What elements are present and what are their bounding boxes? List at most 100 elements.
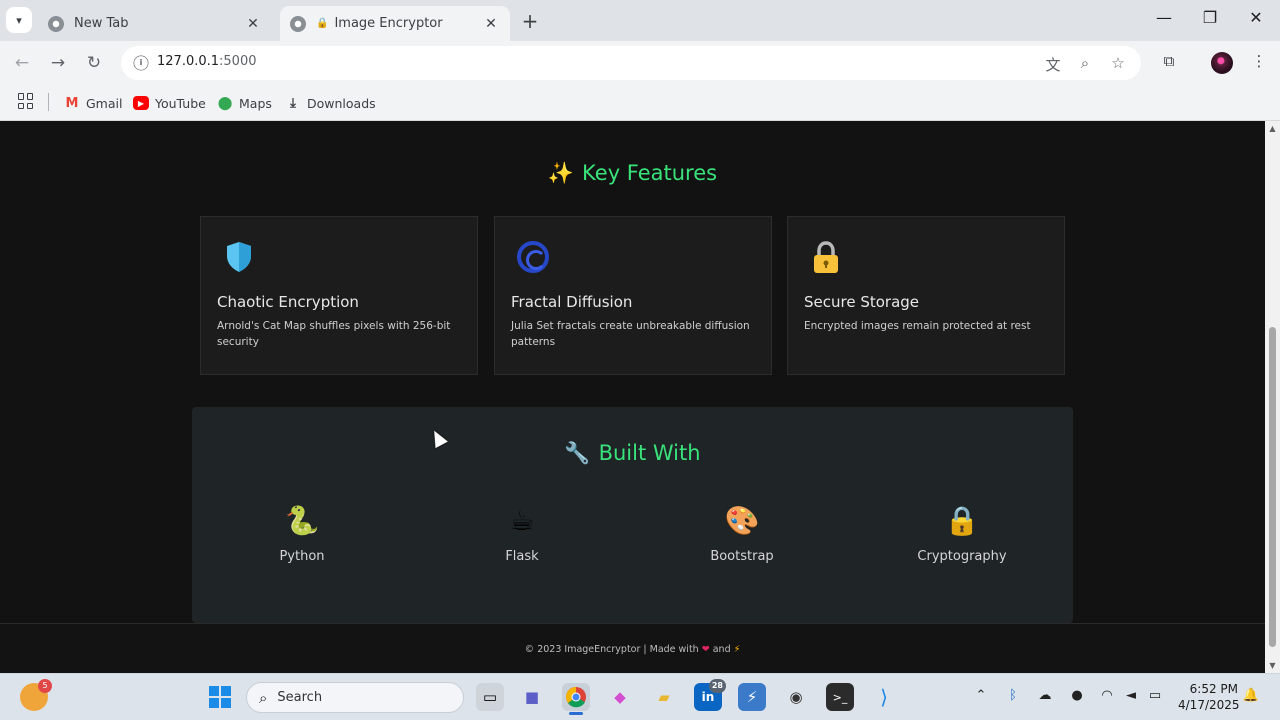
chevron-up-icon[interactable]: ⌃ xyxy=(972,688,990,703)
tab-title: New Tab xyxy=(74,16,129,31)
feature-card-chaotic-encryption: Chaotic Encryption Arnold's Cat Map shuf… xyxy=(200,216,478,375)
feature-desc: Julia Set fractals create unbreakable di… xyxy=(511,320,750,348)
reload-icon[interactable]: ↻ xyxy=(82,51,106,75)
scrollbar-thumb[interactable] xyxy=(1269,327,1276,647)
snake-icon: 🐍 xyxy=(284,504,320,537)
bookmark-gmail[interactable]: M Gmail xyxy=(64,93,123,113)
bookmarks-bar: M Gmail ▶ YouTube ⬤ Maps ⤓ Downloads xyxy=(0,85,1280,121)
page-scrollbar[interactable]: ▲ ▼ xyxy=(1265,121,1280,673)
footer-prefix: © 2023 ImageEncryptor | Made with xyxy=(524,644,699,655)
lightning-icon: ⚡ xyxy=(733,644,741,655)
bookmark-maps[interactable]: ⬤ Maps xyxy=(217,93,272,113)
bookmark-label: Gmail xyxy=(86,95,123,111)
linkedin-badge: 28 xyxy=(708,679,726,693)
microphone-icon[interactable]: ● xyxy=(1068,688,1086,703)
translate-icon[interactable]: ⽂ xyxy=(1043,54,1063,75)
chrome-favicon-icon xyxy=(48,15,64,32)
volume-icon[interactable]: ◄ xyxy=(1122,688,1140,703)
widgets-badge: 5 xyxy=(38,679,52,693)
terminal-icon[interactable]: >_ xyxy=(826,683,854,711)
bluetooth-icon[interactable]: ᛒ xyxy=(1004,688,1022,703)
address-bar[interactable]: i 127.0.0.1:5000 ⽂ ⌕ ☆ xyxy=(121,46,1141,80)
system-clock[interactable]: 6:52 PM 4/17/2025 xyxy=(1178,681,1240,713)
wifi-icon[interactable]: ◠ xyxy=(1098,688,1116,703)
minimize-icon[interactable]: — xyxy=(1152,8,1176,27)
zoom-icon[interactable]: ⌕ xyxy=(1075,54,1095,72)
new-tab-button[interactable]: + xyxy=(518,9,542,33)
url-text[interactable]: 127.0.0.1:5000 xyxy=(157,54,257,69)
task-view-icon[interactable]: ▭ xyxy=(476,683,504,711)
feature-title: Secure Storage xyxy=(804,293,920,311)
linkedin-icon[interactable]: in 28 xyxy=(694,679,726,711)
built-with-title: Built With xyxy=(598,441,701,465)
spiral-icon xyxy=(517,241,549,273)
obs-icon[interactable]: ◉ xyxy=(782,683,810,711)
feature-card-fractal-diffusion: Fractal Diffusion Julia Set fractals cre… xyxy=(494,216,772,375)
coffee-icon: ☕ xyxy=(509,504,535,537)
clock-date: 4/17/2025 xyxy=(1178,698,1240,712)
taskbar-search[interactable]: ⌕ Search xyxy=(246,682,464,713)
browser-toolbar: ← → ↻ i 127.0.0.1:5000 ⽂ ⌕ ☆ ⧉ ⋮ xyxy=(0,41,1280,85)
url-host: 127.0.0.1 xyxy=(157,54,220,69)
tab-title: Image Encryptor xyxy=(334,16,443,31)
widgets-icon[interactable]: 5 xyxy=(20,679,52,711)
bookmark-label: Maps xyxy=(239,95,272,111)
start-icon[interactable] xyxy=(206,683,234,711)
battery-icon[interactable]: ▭ xyxy=(1146,688,1164,703)
built-with-panel: 🔧 Built With 🐍 Python ☕ Flask 🎨 Bootstrap… xyxy=(192,407,1073,623)
site-info-icon[interactable]: i xyxy=(133,55,149,71)
menu-icon[interactable]: ⋮ xyxy=(1248,52,1270,70)
lock-icon: 🔒 xyxy=(316,18,329,29)
search-icon: ⌕ xyxy=(259,688,268,707)
page-footer: © 2023 ImageEncryptor | Made with ❤ and … xyxy=(0,623,1265,673)
shield-icon xyxy=(227,242,251,272)
feature-desc: Encrypted images remain protected at res… xyxy=(804,320,1031,332)
tab-image-encryptor[interactable]: 🔒 Image Encryptor ✕ xyxy=(280,6,510,41)
tech-label: Flask xyxy=(505,549,539,564)
copilot-icon[interactable]: ◆ xyxy=(606,683,634,711)
restore-icon[interactable]: ❐ xyxy=(1198,8,1222,27)
chrome-icon[interactable] xyxy=(562,683,590,715)
bookmark-star-icon[interactable]: ☆ xyxy=(1108,54,1128,72)
bookmark-youtube[interactable]: ▶ YouTube xyxy=(133,93,206,113)
heart-icon: ❤ xyxy=(701,644,710,655)
built-with-heading: 🔧 Built With xyxy=(192,441,1073,466)
extensions-icon[interactable]: ⧉ xyxy=(1158,52,1180,70)
tech-bootstrap: 🎨 Bootstrap xyxy=(662,503,822,564)
meet-icon[interactable]: ■ xyxy=(518,683,546,711)
scroll-up-icon[interactable]: ▲ xyxy=(1268,124,1277,133)
bookmark-downloads[interactable]: ⤓ Downloads xyxy=(285,93,376,113)
file-explorer-icon[interactable]: ▰ xyxy=(650,683,678,711)
sparkles-icon: ✨ xyxy=(547,161,575,185)
close-window-icon[interactable]: ✕ xyxy=(1244,8,1268,27)
lock-icon: 🔒 xyxy=(944,504,980,537)
tab-strip: ▾ New Tab ✕ 🔒 Image Encryptor ✕ + — ❐ ✕ xyxy=(0,0,1280,41)
avatar[interactable] xyxy=(1211,52,1233,74)
youtube-icon: ▶ xyxy=(133,96,149,110)
tab-new-tab[interactable]: New Tab ✕ xyxy=(38,6,272,41)
features-heading: ✨ Key Features xyxy=(0,161,1265,186)
forward-icon[interactable]: → xyxy=(46,51,70,75)
cloud-icon[interactable]: ☁ xyxy=(1036,688,1054,703)
tab-search-button[interactable]: ▾ xyxy=(6,7,32,33)
feature-card-secure-storage: Secure Storage Encrypted images remain p… xyxy=(787,216,1065,375)
scroll-down-icon[interactable]: ▼ xyxy=(1268,661,1277,670)
tech-label: Cryptography xyxy=(917,549,1007,564)
taskbar: 5 ⌕ Search ▭ ■ ◆ ▰ in 28 ⚡ ◉ >_ ⟩ ⌃ ᛒ ☁ … xyxy=(0,673,1280,720)
globe-favicon-icon xyxy=(290,15,306,32)
tech-cryptography: 🔒 Cryptography xyxy=(882,503,1042,564)
apps-grid-icon[interactable] xyxy=(18,93,34,109)
back-icon[interactable]: ← xyxy=(10,51,34,75)
page-viewport: ✨ Key Features Chaotic Encryption Arnold'… xyxy=(0,121,1265,673)
wrench-icon: 🔧 xyxy=(564,441,591,465)
close-icon[interactable]: ✕ xyxy=(244,16,262,32)
footer-text: © 2023 ImageEncryptor | Made with ❤ and … xyxy=(0,644,1265,655)
close-icon[interactable]: ✕ xyxy=(482,16,500,32)
tech-label: Bootstrap xyxy=(710,549,774,564)
divider xyxy=(48,93,49,111)
notification-bell-icon[interactable]: 🔔 xyxy=(1242,688,1260,703)
lock-icon xyxy=(814,241,838,273)
bookmark-label: Downloads xyxy=(307,95,376,111)
sql-icon[interactable]: ⚡ xyxy=(738,683,766,711)
vscode-icon[interactable]: ⟩ xyxy=(870,683,898,711)
